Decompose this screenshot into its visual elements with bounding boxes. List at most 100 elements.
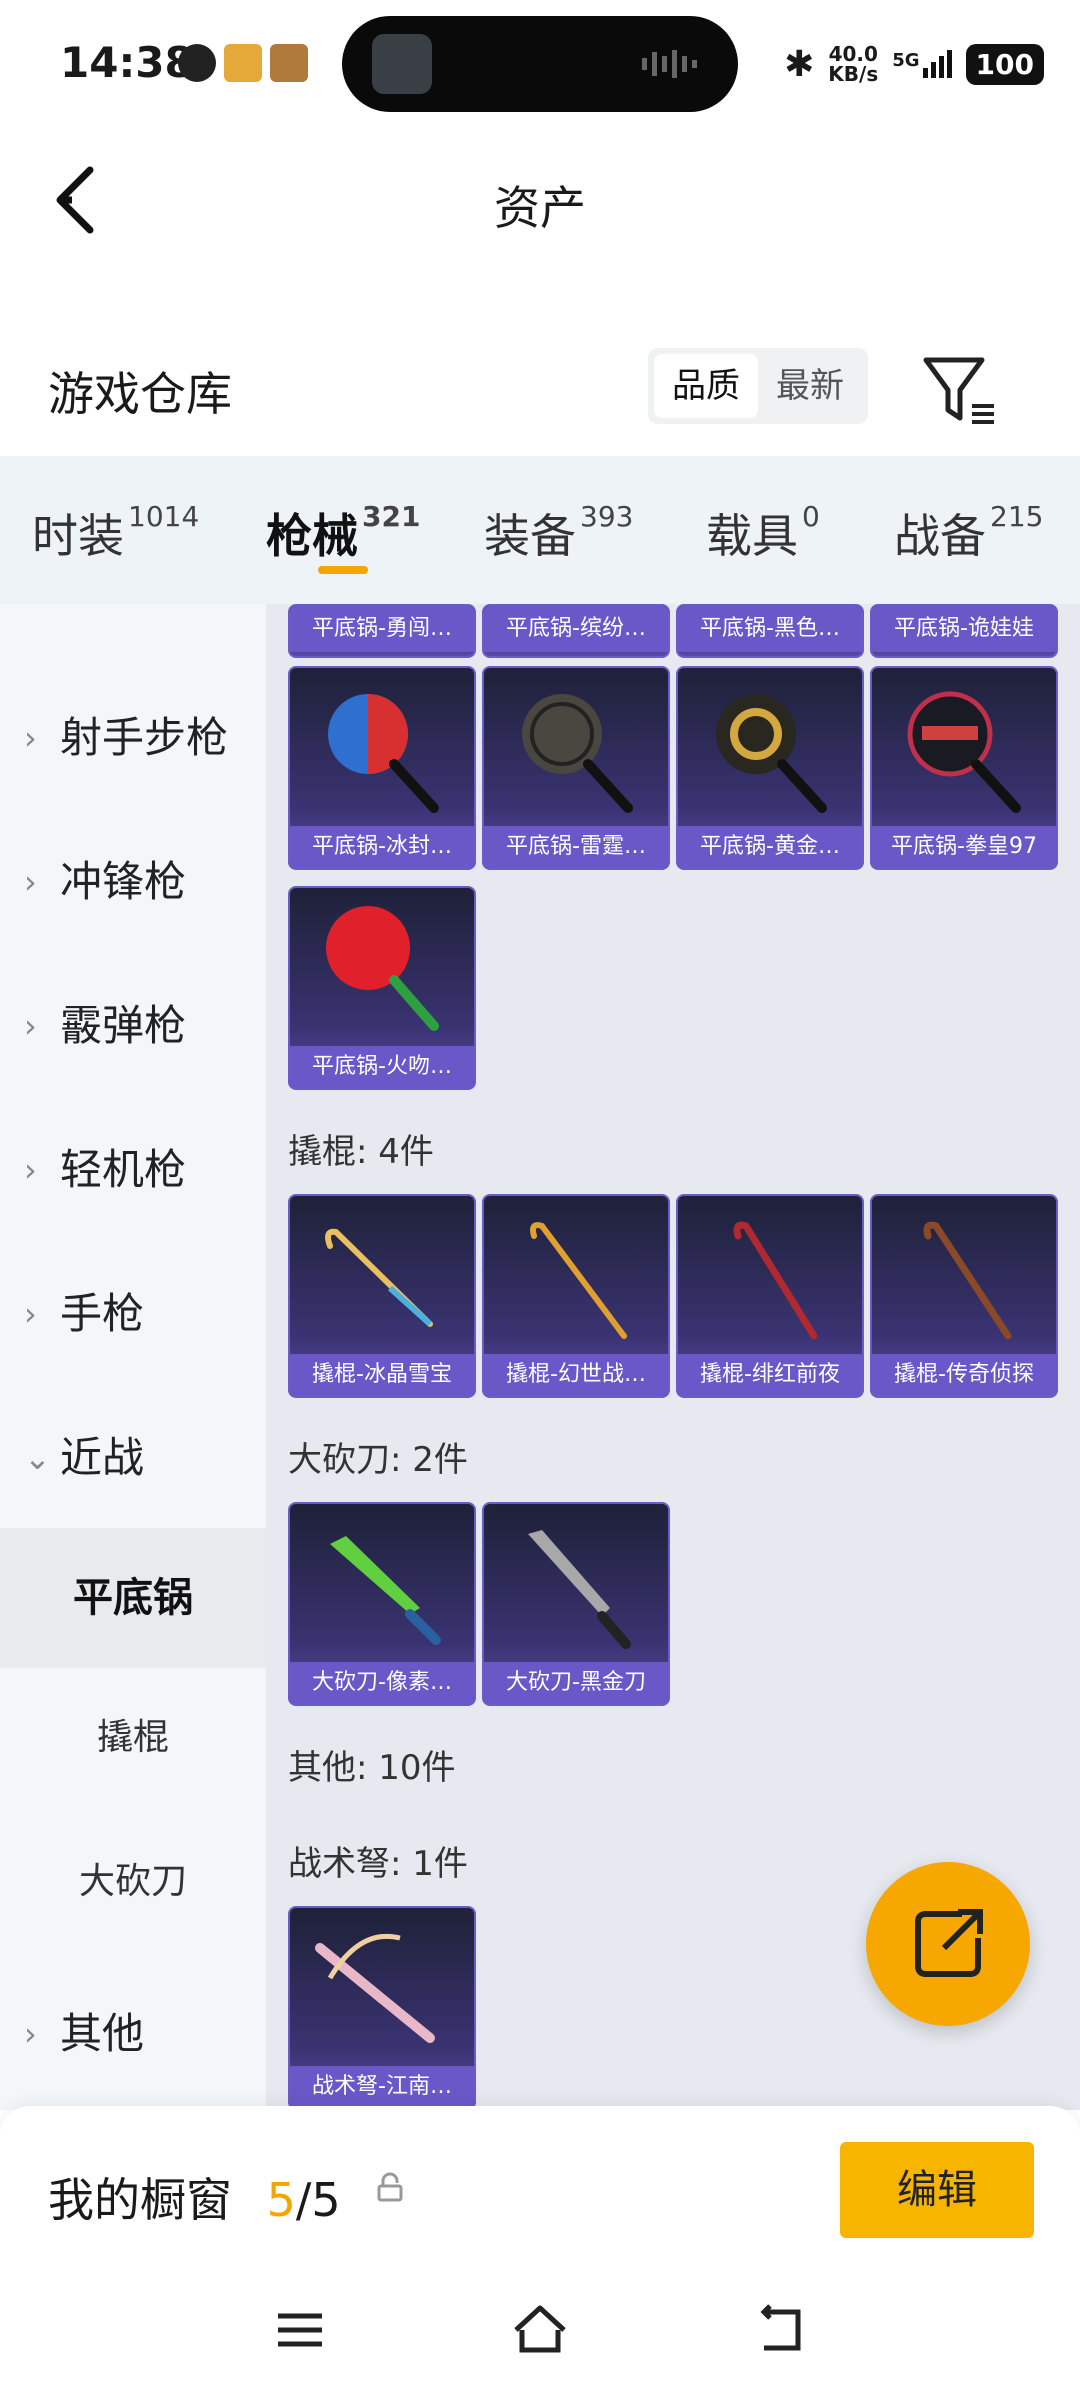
sidebar-item-lmg[interactable]: › 轻机枪	[0, 1120, 266, 1220]
sidebar-item-melee[interactable]: ⌄ 近战	[0, 1408, 266, 1508]
item-name: 平底锅-黑色…	[678, 606, 862, 652]
share-button[interactable]	[866, 1862, 1030, 2026]
sidebar-item-label: 近战	[60, 1433, 145, 1482]
crowbar-icon	[923, 1221, 1012, 1340]
group-label-crowbar: 撬棍: 4件	[288, 1132, 434, 1172]
tab-label: 载具	[706, 509, 798, 563]
bluetooth-icon: ✱	[784, 43, 815, 85]
frying-pan-icon	[522, 694, 633, 813]
chevron-down-icon: ⌄	[24, 1439, 51, 1477]
sidebar-item-label: 射手步枪	[60, 713, 229, 762]
sidebar-item-label: 手枪	[60, 1289, 145, 1338]
showcase-used-count: 5	[266, 2173, 296, 2227]
sort-toggle[interactable]: 品质 最新	[648, 348, 868, 424]
tab-label: 枪械	[266, 509, 358, 563]
sidebar-item-label: 霰弹枪	[60, 1001, 187, 1050]
chevron-right-icon: ›	[24, 1295, 37, 1333]
tab-vehicles[interactable]: 载具 0	[706, 500, 820, 566]
crowbar-icon	[530, 1222, 627, 1339]
item-card[interactable]: 撬棍-传奇侦探	[870, 1194, 1058, 1398]
tab-gear[interactable]: 战备 215	[894, 500, 1043, 566]
item-card[interactable]: 战术弩-江南…	[288, 1906, 476, 2110]
net-speed: 40.0 KB/s	[828, 44, 878, 84]
crossbow-icon	[315, 1933, 435, 2043]
machete-icon	[528, 1530, 631, 1649]
battery-indicator: 100	[965, 43, 1044, 85]
item-card[interactable]: 撬棍-冰晶雪宝	[288, 1194, 476, 1398]
menu-nav-icon[interactable]	[270, 2300, 330, 2360]
tab-label: 装备	[484, 509, 576, 563]
item-card[interactable]: 平底锅-火吻…	[288, 886, 476, 1090]
group-label-machete: 大砍刀: 2件	[288, 1440, 468, 1480]
item-card[interactable]: 平底锅-缤纷…	[482, 604, 670, 658]
home-nav-icon[interactable]	[510, 2300, 570, 2360]
status-bar: 14:38 ✱ 40.0 KB/s 5G 100	[0, 0, 1080, 130]
lock-icon	[377, 2172, 403, 2202]
warehouse-title: 游戏仓库	[48, 367, 232, 421]
item-name: 大砍刀-黑金刀	[484, 1662, 668, 1704]
chevron-right-icon: ›	[24, 863, 37, 901]
item-card[interactable]: 大砍刀-像素…	[288, 1502, 476, 1706]
item-name: 平底锅-缤纷…	[484, 606, 668, 652]
chevron-right-icon: ›	[24, 1151, 37, 1189]
sidebar-item-smg[interactable]: › 冲锋枪	[0, 832, 266, 932]
item-card[interactable]: 平底锅-雷霆…	[482, 666, 670, 870]
sidebar-item-shotgun[interactable]: › 霰弹枪	[0, 976, 266, 1076]
item-card[interactable]: 平底锅-黑色…	[676, 604, 864, 658]
tab-count: 393	[580, 499, 634, 533]
filter-icon[interactable]	[920, 352, 1000, 432]
item-card[interactable]: 撬棍-绯红前夜	[676, 1194, 864, 1398]
chevron-right-icon: ›	[24, 1007, 37, 1045]
status-time: 14:38	[60, 38, 194, 87]
item-name: 平底锅-雷霆…	[484, 826, 668, 868]
showcase-title: 我的橱窗	[48, 2173, 232, 2227]
game-notification-icon	[224, 44, 262, 82]
sidebar-item-other[interactable]: › 其他	[0, 1984, 266, 2084]
item-card[interactable]: 平底锅-冰封…	[288, 666, 476, 870]
frying-pan-icon	[326, 906, 439, 1031]
tab-equipment[interactable]: 装备 393	[484, 500, 633, 566]
item-name: 平底锅-拳皇97	[872, 826, 1056, 868]
sidebar-subitem-pan[interactable]: 平底锅	[0, 1528, 266, 1668]
item-card[interactable]: 平底锅-诡娃娃	[870, 604, 1058, 658]
item-name: 撬棍-绯红前夜	[678, 1354, 862, 1396]
sidebar-subitem-machete[interactable]: 大砍刀	[0, 1812, 266, 1952]
tab-guns[interactable]: 枪械 321	[266, 500, 420, 566]
item-name: 撬棍-幻世战…	[484, 1354, 668, 1396]
tab-label: 战备	[894, 509, 986, 563]
chevron-right-icon: ›	[24, 719, 37, 757]
showcase-separator: /	[295, 2173, 312, 2227]
item-name: 平底锅-勇闯…	[290, 606, 474, 652]
crowbar-icon	[325, 1228, 433, 1327]
sidebar-item-label: 冲锋枪	[60, 857, 187, 906]
showcase-total-count: 5	[311, 2173, 341, 2227]
sidebar-subitem-crowbar[interactable]: 撬棍	[0, 1668, 266, 1808]
active-tab-indicator	[318, 566, 368, 574]
item-card[interactable]: 大砍刀-黑金刀	[482, 1502, 670, 1706]
machete-icon	[330, 1536, 441, 1645]
tab-count: 0	[802, 499, 820, 533]
sidebar: · › 射手步枪 › 冲锋枪 › 霰弹枪 › 轻机枪 › 手枪 ⌄近战 平底锅 撬棍 大砍…	[0, 604, 266, 2110]
sidebar-item-pistol[interactable]: › 手枪	[0, 1264, 266, 1364]
group-label-other: 其他: 10件	[288, 1748, 456, 1788]
sort-newest-option[interactable]: 最新	[758, 354, 862, 418]
net-speed-unit: KB/s	[828, 62, 879, 86]
item-card[interactable]: 撬棍-幻世战…	[482, 1194, 670, 1398]
sidebar-item-label: 轻机枪	[60, 1145, 187, 1194]
sort-quality-option[interactable]: 品质	[654, 354, 758, 418]
item-card[interactable]: 平底锅-勇闯…	[288, 604, 476, 658]
sidebar-item-marksman[interactable]: › 射手步枪	[0, 688, 266, 788]
item-card[interactable]: 平底锅-黄金…	[676, 666, 864, 870]
edit-button[interactable]: 编辑	[840, 2142, 1034, 2238]
dynamic-island	[342, 16, 738, 112]
page-title: 资产	[494, 181, 586, 235]
back-nav-icon[interactable]	[750, 2300, 810, 2360]
tab-fashion[interactable]: 时装 1014	[32, 500, 199, 566]
signal-icon: 5G	[892, 50, 952, 78]
network-type: 5G	[892, 50, 920, 71]
tab-count: 215	[990, 499, 1044, 533]
item-card[interactable]: 平底锅-拳皇97	[870, 666, 1058, 870]
frying-pan-icon	[716, 694, 827, 813]
item-name: 平底锅-诡娃娃	[872, 606, 1056, 652]
item-name: 平底锅-黄金…	[678, 826, 862, 868]
